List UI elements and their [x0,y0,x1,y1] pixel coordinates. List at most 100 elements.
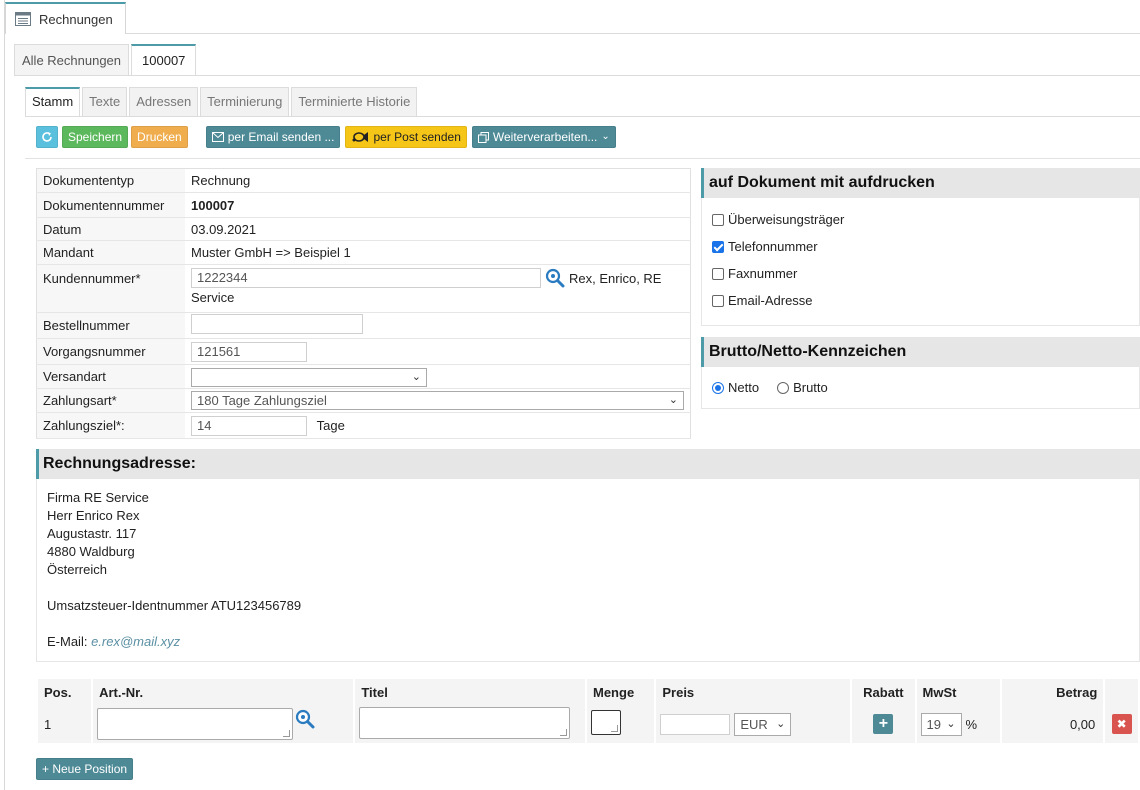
copy-icon [477,131,489,143]
option-label: Überweisungsträger [728,212,845,227]
chevron-down-icon: ⌄ [946,717,956,730]
cell-zahlungsziel: 14 Tage [185,412,691,439]
radio-brutto[interactable] [777,381,790,394]
magnifier-icon[interactable] [295,709,315,729]
detail-tabs-divider [25,116,1140,117]
payment-term-input[interactable]: 14 [191,415,307,436]
print-options-panel: Überweisungsträger Telefonnummer Faxnumm… [701,198,1140,326]
cell-bestellnummer [185,312,691,339]
vat-id: Umsatzsteuer-Identnummer ATU123456789 [47,598,302,613]
positions-header-row: Pos. Art.-Nr. Titel Menge Preis Rabatt M… [38,679,1138,705]
order-number-input[interactable] [191,314,363,334]
billing-address-header: Rechnungsadresse: [36,449,1140,479]
cell-versandart: ⌄ [185,364,691,389]
window-left-border [4,0,5,790]
document-tabs: Alle Rechnungen 100007 [14,44,198,76]
option-telefonnummer[interactable]: Telefonnummer [702,233,1139,260]
header-menge: Menge [587,679,655,705]
tab-terminierung[interactable]: Terminierung [200,87,290,117]
shipping-select[interactable]: ⌄ [191,368,427,388]
option-label: Telefonnummer [728,239,818,254]
tab-terminierte-historie[interactable]: Terminierte Historie [291,87,418,117]
row-dokumententyp: Dokumententyp Rechnung [36,168,691,193]
row-mandant: Mandant Muster GmbH => Beispiel 1 [36,240,691,265]
customer-name-line1: Rex, Enrico, RE [569,270,662,286]
tab-stamm[interactable]: Stamm [25,87,81,117]
cell-mwst: 19 ⌄ % [916,705,1001,743]
title-textarea[interactable] [359,706,571,739]
tab-document-100007[interactable]: 100007 [131,44,197,76]
gross-net-panel: Netto Brutto [701,367,1140,409]
add-position-button[interactable]: + Neue Position [36,758,134,780]
refresh-button[interactable] [36,126,58,148]
refresh-icon [42,132,52,142]
option-faxnummer[interactable]: Faxnummer [702,260,1139,287]
row-bestellnummer: Bestellnummer [36,312,691,339]
currency-select[interactable]: EUR ⌄ [734,712,792,736]
option-label: Faxnummer [728,266,798,281]
value-dokumententyp: Rechnung [185,168,691,193]
vat-select[interactable]: 19 ⌄ [920,712,962,736]
address-line: Firma RE Service [47,490,149,505]
cell-vorgangsnummer: 121561 [185,338,691,365]
tabs-divider [14,75,1140,76]
gross-net-header: Brutto/Netto-Kennzeichen [701,337,1140,367]
quantity-input[interactable] [591,710,621,735]
send-email-button[interactable]: per Email senden ... [205,126,341,148]
tab-adressen[interactable]: Adressen [129,87,199,117]
option-ueberweisungstraeger[interactable]: Überweisungsträger [702,206,1139,233]
option-label: Email-Adresse [728,293,813,308]
cell-actions: ✖ [1105,705,1138,743]
delete-position-button[interactable]: ✖ [1111,714,1132,734]
save-button[interactable]: Speichern [62,126,129,148]
process-number-input[interactable]: 121561 [191,341,307,362]
detail-tabs: Stamm Texte Adressen Terminierung Termin… [25,87,419,117]
radio-brutto-label: Brutto [793,380,828,395]
checkbox-telefonnummer[interactable] [712,240,724,253]
payment-type-select[interactable]: 180 Tage Zahlungsziel ⌄ [191,391,684,410]
header-actions [1105,679,1138,705]
window-tab-rechnungen[interactable]: Rechnungen [5,2,126,34]
document-header-form: Dokumententyp Rechnung Dokumentennummer … [36,168,691,439]
checkbox-ueberweisungstraeger[interactable] [712,213,724,226]
magnifier-icon[interactable] [545,268,565,288]
value-mandant: Muster GmbH => Beispiel 1 [185,240,691,265]
radio-netto-label: Netto [728,380,760,395]
checkbox-email-adresse[interactable] [712,294,724,307]
tab-texte[interactable]: Texte [82,87,128,117]
toolbar: Speichern Drucken per Email senden ... p… [36,126,616,148]
email-link[interactable]: e.rex@mail.xyz [91,634,180,649]
cell-titel [355,705,585,743]
cell-preis: EUR ⌄ [656,705,851,743]
window-tab-baseline [4,33,1140,34]
label-dokumententyp: Dokumententyp [36,168,185,193]
price-input[interactable] [660,713,731,735]
customer-number-input[interactable]: 1222344 [191,268,541,288]
vat-unit: % [965,716,978,732]
label-vorgangsnummer: Vorgangsnummer [36,338,185,365]
label-zahlungsziel: Zahlungsziel*: [36,412,185,439]
process-further-dropdown[interactable]: Weiterverarbeiten... ⌄ [471,126,616,148]
add-discount-button[interactable]: + [873,714,894,734]
article-number-textarea[interactable] [97,708,294,740]
billing-address-panel: Firma RE Service Herr Enrico Rex Augusta… [36,479,1140,662]
chevron-down-icon: ⌄ [776,717,786,730]
vat-value: 19 [926,716,941,732]
tab-alle-rechnungen[interactable]: Alle Rechnungen [14,44,130,76]
post-horn-icon [352,132,369,142]
row-zahlungsziel: Zahlungsziel*: 14 Tage [36,412,691,439]
cell-art-nr [93,705,354,743]
plus-icon: + [878,715,889,732]
label-bestellnummer: Bestellnummer [36,312,185,339]
print-button[interactable]: Drucken [131,126,188,148]
radio-netto[interactable] [712,381,724,394]
header-rabatt: Rabatt [852,679,915,705]
send-post-button[interactable]: per Post senden [345,126,467,148]
checkbox-faxnummer[interactable] [712,267,724,280]
row-datum: Datum 03.09.2021 [36,217,691,241]
send-email-label: per Email senden ... [227,130,335,144]
option-email-adresse[interactable]: Email-Adresse [702,287,1139,314]
table-row: 1 EUR ⌄ + 19 ⌄ % 0,00 ✖ [38,705,1138,743]
cell-kundennummer: 1222344 Rex, Enrico, RE Service [185,264,691,313]
header-pos: Pos. [38,679,92,705]
